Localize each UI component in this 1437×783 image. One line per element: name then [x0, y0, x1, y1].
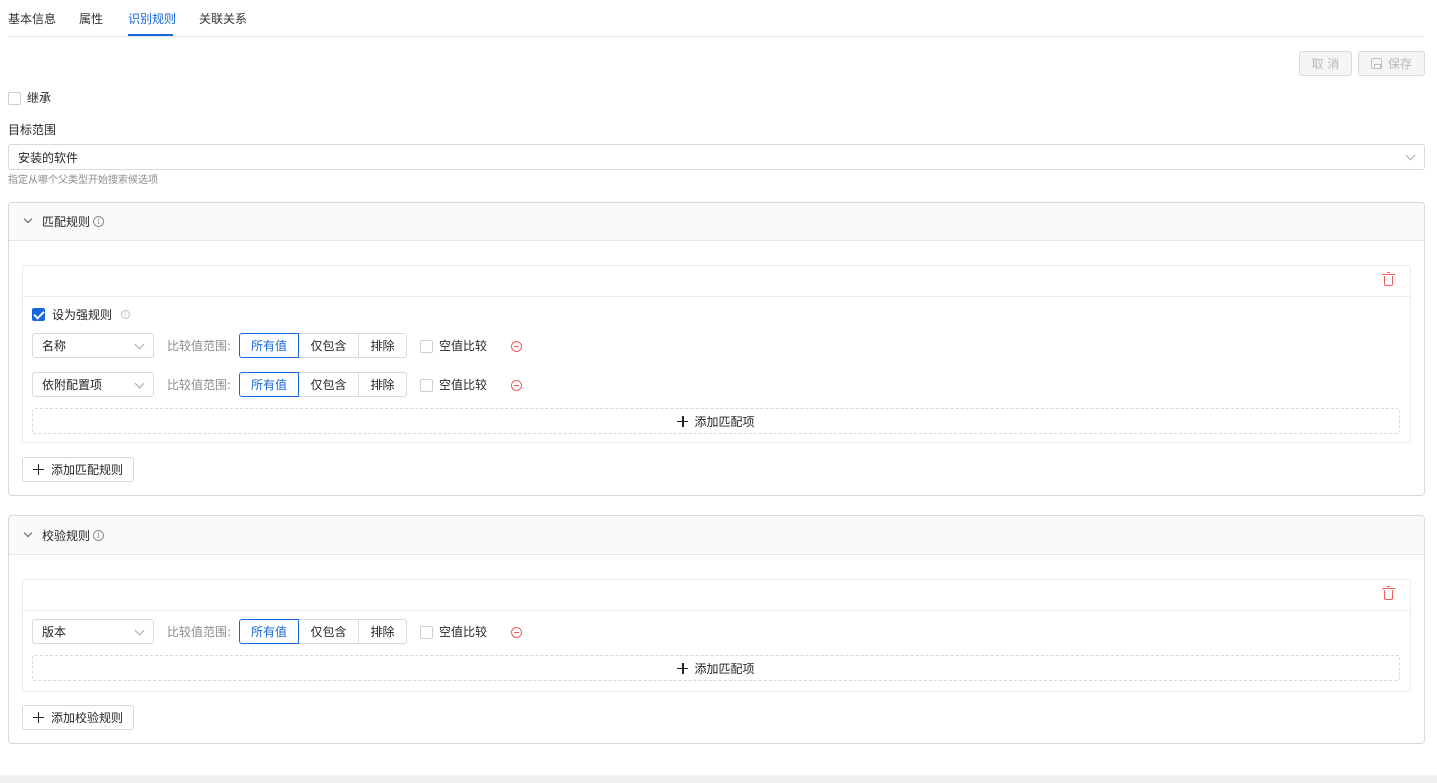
- match-rules-panel: 匹配规则 i 设为强规则 i 名称 比较值范围: 所有值 仅包含 排除 空值比较…: [8, 202, 1425, 496]
- null-compare-label: 空值比较: [439, 339, 488, 353]
- strong-rule-checkbox[interactable]: [32, 308, 45, 321]
- tab-attributes[interactable]: 属性: [79, 11, 103, 27]
- option-all-values[interactable]: 所有值: [239, 619, 299, 644]
- validation-rules-title: 校验规则: [42, 529, 91, 543]
- chevron-down-icon: [134, 378, 145, 389]
- chevron-down-icon: [134, 339, 145, 350]
- compare-range-label: 比较值范围:: [167, 378, 232, 392]
- tab-bar: 基本信息 属性 识别规则 关联关系: [8, 0, 1424, 37]
- plus-icon: [677, 662, 689, 674]
- add-match-rule-button[interactable]: 添加匹配规则: [22, 457, 134, 482]
- target-scope-select[interactable]: 安装的软件: [8, 144, 1425, 170]
- compare-range-segmented: 所有值 仅包含 排除: [239, 619, 407, 644]
- remove-item-icon[interactable]: [511, 341, 522, 352]
- tab-identification-rules[interactable]: 识别规则: [128, 11, 176, 27]
- save-icon: [1370, 58, 1382, 69]
- null-compare-checkbox[interactable]: [420, 340, 433, 353]
- option-all-values[interactable]: 所有值: [239, 372, 299, 397]
- validation-rule-card: 版本 比较值范围: 所有值 仅包含 排除 空值比较 添加匹配项: [22, 579, 1411, 692]
- plus-icon: [677, 415, 689, 427]
- plus-icon: [32, 464, 44, 475]
- target-scope-hint: 指定从哪个父类型开始搜索候选项: [8, 175, 158, 186]
- validation-field-select[interactable]: 版本: [32, 619, 154, 644]
- compare-range-segmented: 所有值 仅包含 排除: [239, 333, 407, 358]
- strong-rule-label: 设为强规则: [52, 308, 113, 322]
- add-validation-item-button[interactable]: 添加匹配项: [32, 655, 1400, 681]
- info-icon: i: [93, 216, 104, 227]
- trash-icon[interactable]: [1382, 272, 1395, 286]
- option-include-only[interactable]: 仅包含: [298, 372, 359, 397]
- option-exclude[interactable]: 排除: [358, 372, 407, 397]
- null-compare-label: 空值比较: [439, 625, 488, 639]
- collapse-chevron-icon[interactable]: [23, 214, 33, 224]
- footer-bar: [0, 775, 1437, 783]
- add-match-item-button[interactable]: 添加匹配项: [32, 408, 1400, 434]
- option-include-only[interactable]: 仅包含: [298, 619, 359, 644]
- cancel-button[interactable]: 取 消: [1299, 51, 1352, 76]
- match-rules-title: 匹配规则: [42, 215, 91, 229]
- match-rule-card: 设为强规则 i 名称 比较值范围: 所有值 仅包含 排除 空值比较 依附配置项 …: [22, 265, 1411, 443]
- compare-range-segmented: 所有值 仅包含 排除: [239, 372, 407, 397]
- plus-icon: [32, 712, 44, 723]
- match-field-select[interactable]: 名称: [32, 333, 154, 358]
- chevron-down-icon: [134, 625, 145, 636]
- validation-rules-panel: 校验规则 i 版本 比较值范围: 所有值 仅包含 排除 空值比较 添加匹配项 添…: [8, 515, 1425, 744]
- match-field-select[interactable]: 依附配置项: [32, 372, 154, 397]
- null-compare-checkbox[interactable]: [420, 626, 433, 639]
- match-rules-header[interactable]: 匹配规则 i: [9, 203, 1424, 241]
- save-button[interactable]: 保存: [1358, 51, 1425, 76]
- add-validation-rule-button[interactable]: 添加校验规则: [22, 705, 134, 730]
- tab-basic-info[interactable]: 基本信息: [8, 11, 56, 27]
- chevron-down-icon: [1405, 150, 1416, 161]
- inherit-checkbox[interactable]: [8, 92, 21, 105]
- option-include-only[interactable]: 仅包含: [298, 333, 359, 358]
- active-tab-indicator: [128, 34, 173, 36]
- option-exclude[interactable]: 排除: [358, 619, 407, 644]
- trash-icon[interactable]: [1382, 586, 1395, 600]
- target-scope-label: 目标范围: [8, 123, 57, 137]
- inherit-label: 继承: [27, 91, 52, 105]
- compare-range-label: 比较值范围:: [167, 625, 232, 639]
- option-all-values[interactable]: 所有值: [239, 333, 299, 358]
- null-compare-label: 空值比较: [439, 378, 488, 392]
- info-icon: i: [121, 310, 130, 319]
- remove-item-icon[interactable]: [511, 380, 522, 391]
- null-compare-checkbox[interactable]: [420, 379, 433, 392]
- info-icon: i: [93, 530, 104, 541]
- option-exclude[interactable]: 排除: [358, 333, 407, 358]
- validation-rules-header[interactable]: 校验规则 i: [9, 516, 1424, 555]
- collapse-chevron-icon[interactable]: [23, 528, 33, 538]
- compare-range-label: 比较值范围:: [167, 339, 232, 353]
- tab-relations[interactable]: 关联关系: [199, 11, 247, 27]
- remove-item-icon[interactable]: [511, 627, 522, 638]
